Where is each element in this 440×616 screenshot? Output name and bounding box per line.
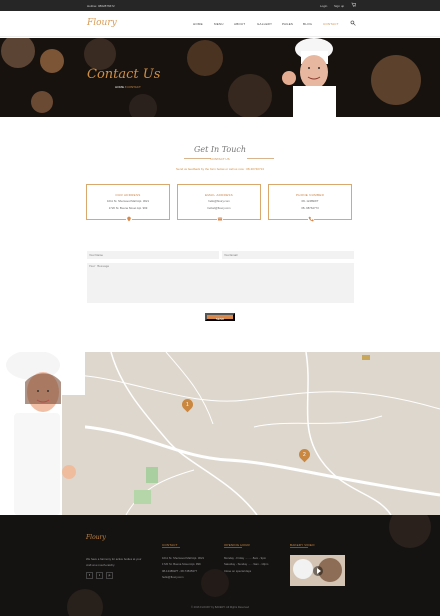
nav-home[interactable]: HOME	[193, 22, 203, 26]
video-thumbnail	[290, 555, 345, 586]
main-navigation: Floury HOME MENU ABOUT GALLERY PAGES BLO…	[0, 11, 440, 37]
address-card-title: OUR ADDRESS	[115, 193, 141, 197]
contact-intro: Send us feedback by the form below or ca…	[0, 167, 440, 171]
top-bar: Hotline: 0862876672 Login Sign up	[0, 0, 440, 11]
login-link[interactable]: Login	[320, 4, 327, 8]
intro-phone[interactable]: 08-30740713	[246, 167, 264, 171]
location-map[interactable]: 1 2	[76, 352, 440, 515]
name-input[interactable]	[87, 251, 219, 259]
phone-icon	[308, 216, 314, 222]
footer-title-rule	[290, 547, 308, 548]
map-marker-label: 1	[186, 402, 189, 408]
footer-logo[interactable]: Floury	[86, 534, 106, 541]
footer-contact-line: hello@floury.com	[162, 574, 184, 579]
address-line: 1720 St. Buena Street Apt. 999	[108, 206, 148, 210]
email-icon	[217, 216, 223, 222]
opening-hour-line: Close on special days	[224, 568, 252, 573]
nav-pages[interactable]: PAGES	[282, 22, 293, 26]
email-line: hello@floury.com	[208, 199, 230, 203]
footer-hours-list: Monday - Friday ..........8am - 9pm Satu…	[224, 555, 288, 574]
signup-link[interactable]: Sign up	[334, 4, 344, 8]
send-button[interactable]: SEND	[205, 313, 235, 321]
hotline-text: Hotline: 0862876672	[87, 4, 115, 8]
chef-image	[282, 38, 336, 117]
contact-subtitle-line	[247, 158, 274, 159]
phone-card-title: PHONE NUMBER	[295, 193, 325, 197]
page-hero: Contact Us HOME / CONTACT	[0, 38, 440, 117]
hero-background	[0, 38, 440, 117]
footer-contact-list: 1011 St. Sherwood Mall Apt. 3021 1720 St…	[162, 555, 227, 580]
twitter-icon[interactable]: t	[96, 572, 103, 579]
footer-title-rule	[162, 547, 180, 548]
nav-blog[interactable]: BLOG	[303, 22, 312, 26]
contact-title: Get In Touch	[193, 145, 247, 154]
email-input[interactable]	[222, 251, 354, 259]
footer-about: We have a harmony for active bodies at y…	[86, 557, 142, 568]
address-card: OUR ADDRESS 1011 St. Sherwood Mall Apt. …	[86, 184, 170, 222]
pinterest-icon[interactable]: p	[106, 572, 113, 579]
address-line: 1011 St. Sherwood Mall Apt. 3021	[106, 199, 150, 203]
email-line: hello2@floury.com	[207, 206, 231, 210]
search-icon[interactable]	[350, 20, 356, 26]
phone-line: 08- 12489WT	[301, 199, 319, 203]
location-icon	[126, 216, 132, 222]
email-card: EMAIL ADDRESS hello@floury.com hello2@fl…	[177, 184, 261, 222]
nav-about[interactable]: ABOUT	[234, 22, 245, 26]
message-textarea[interactable]	[87, 263, 354, 303]
cart-icon[interactable]	[351, 2, 356, 7]
intro-text: Send us feedback by the form below or ca…	[176, 167, 246, 171]
nav-menu[interactable]: MENU	[214, 22, 224, 26]
page-title: Contact Us	[87, 67, 161, 82]
breadcrumb-home[interactable]: HOME	[115, 85, 124, 89]
phone-line: 08- 98764773	[301, 206, 319, 210]
site-logo[interactable]: Floury	[87, 18, 117, 28]
phone-card: PHONE NUMBER 08- 12489WT 08- 98764773	[268, 184, 352, 222]
baker-image	[0, 352, 85, 515]
facebook-icon[interactable]: f	[86, 572, 93, 579]
nav-contact[interactable]: CONTACT	[323, 22, 339, 26]
email-card-title: EMAIL ADDRESS	[205, 193, 233, 197]
footer-title-rule	[224, 547, 242, 548]
map-marker-label: 2	[303, 452, 306, 458]
nav-gallery[interactable]: GALLERY	[257, 22, 272, 26]
breadcrumb: HOME / CONTACT	[115, 85, 141, 89]
breadcrumb-current: CONTACT	[126, 85, 141, 89]
bakery-video-player[interactable]	[290, 555, 345, 586]
contact-subtitle: CONTACT US	[210, 157, 230, 161]
copyright-text: © 2016 FLOURY by BAKERY. All Rights Rese…	[191, 606, 249, 609]
map-canvas	[76, 352, 440, 515]
